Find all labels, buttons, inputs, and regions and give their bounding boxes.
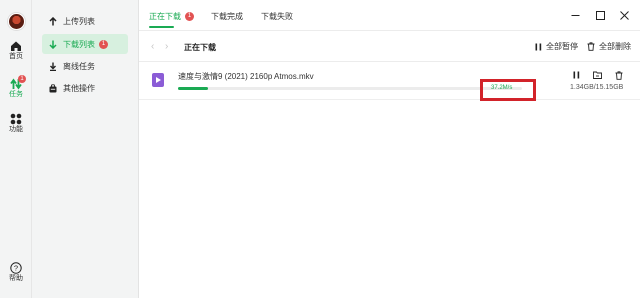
file-name: 速度与激情9 (2021) 2160p Atmos.mkv (178, 72, 314, 81)
rail-home[interactable]: 首页 (0, 40, 32, 61)
progress-fill (178, 87, 209, 90)
pause-all-label: 全部暂停 (546, 42, 578, 51)
page-title: 正在下载 (184, 43, 216, 52)
tasks-badge: 1 (18, 75, 26, 83)
delete-all-button[interactable]: 全部删除 (587, 41, 631, 52)
minimize-icon (571, 15, 580, 16)
svg-text:?: ? (14, 264, 18, 273)
download-count-badge: 1 (99, 39, 108, 49)
tab-downloading[interactable]: 正在下载 1 (149, 11, 194, 22)
file-size: 1.34GB/15.15GB (570, 84, 624, 91)
progress-bar (178, 87, 522, 90)
sidebar-item-label: 离线任务 (63, 61, 95, 71)
upload-arrow-icon (48, 16, 58, 26)
rail-functions[interactable]: 功能 (0, 113, 32, 134)
pause-button[interactable] (570, 69, 582, 81)
download-arrow-icon (48, 40, 58, 49)
delete-all-label: 全部删除 (599, 42, 631, 51)
help-icon: ? (10, 262, 22, 274)
speed-highlight-box (480, 79, 536, 101)
avatar[interactable] (8, 13, 25, 30)
grid-dots-icon (10, 113, 22, 125)
download-toolbar: ‹ › 正在下载 全部暂停 全部删除 (139, 32, 640, 62)
open-folder-button[interactable] (591, 69, 603, 81)
task-sidebar: 上传列表 下载列表 1 离线任务 其他操作 (32, 0, 139, 298)
sidebar-item-upload[interactable]: 上传列表 (42, 11, 128, 31)
pause-all-button[interactable]: 全部暂停 (535, 41, 578, 52)
sidebar-item-other[interactable]: 其他操作 (42, 78, 128, 98)
rail-home-label: 首页 (9, 53, 23, 60)
pause-icon (535, 43, 542, 51)
pause-icon (573, 71, 579, 79)
tab-completed[interactable]: 下载完成 (211, 11, 243, 22)
tab-label: 下载完成 (211, 12, 243, 21)
close-button[interactable] (619, 10, 630, 21)
briefcase-icon (48, 83, 58, 93)
rail-help-label: 帮助 (9, 275, 23, 282)
home-icon (11, 41, 21, 51)
left-rail: 首页 1 任务 功能 ? 帮助 (0, 0, 32, 298)
sidebar-item-offline[interactable]: 离线任务 (42, 56, 128, 76)
sidebar-item-label: 下载列表 (63, 39, 95, 49)
tab-label: 下载失败 (261, 12, 293, 21)
maximize-icon (596, 11, 605, 20)
download-row[interactable]: 速度与激情9 (2021) 2160p Atmos.mkv 37.2M/s 1.… (139, 64, 640, 101)
sidebar-item-label: 其他操作 (63, 83, 95, 93)
video-file-icon (152, 73, 164, 87)
folder-icon (592, 71, 602, 79)
sidebar-item-label: 上传列表 (63, 16, 95, 26)
minimize-button[interactable] (570, 10, 581, 21)
forward-arrow-icon[interactable]: › (165, 41, 168, 52)
active-tab-indicator (149, 26, 174, 28)
rail-tasks-label: 任务 (9, 91, 23, 98)
rail-help[interactable]: ? 帮助 (0, 262, 32, 283)
sidebar-item-download[interactable]: 下载列表 1 (42, 34, 128, 54)
trash-icon (587, 42, 595, 51)
main-panel: 正在下载 1 下载完成 下载失败 ‹ › 正在下载 全部暂停 全部删除 速度与激… (139, 0, 640, 298)
tab-failed[interactable]: 下载失败 (261, 11, 293, 22)
tab-label: 正在下载 (149, 12, 181, 21)
maximize-button[interactable] (595, 10, 606, 21)
delete-button[interactable] (613, 69, 625, 81)
back-arrow-icon[interactable]: ‹ (151, 41, 154, 52)
trash-icon (615, 70, 623, 80)
tab-badge: 1 (185, 12, 194, 21)
close-icon (620, 11, 629, 20)
rail-functions-label: 功能 (9, 126, 23, 133)
tab-bar: 正在下载 1 下载完成 下载失败 (139, 0, 640, 31)
offline-download-icon (48, 62, 58, 71)
rail-tasks[interactable]: 1 任务 (0, 75, 32, 99)
